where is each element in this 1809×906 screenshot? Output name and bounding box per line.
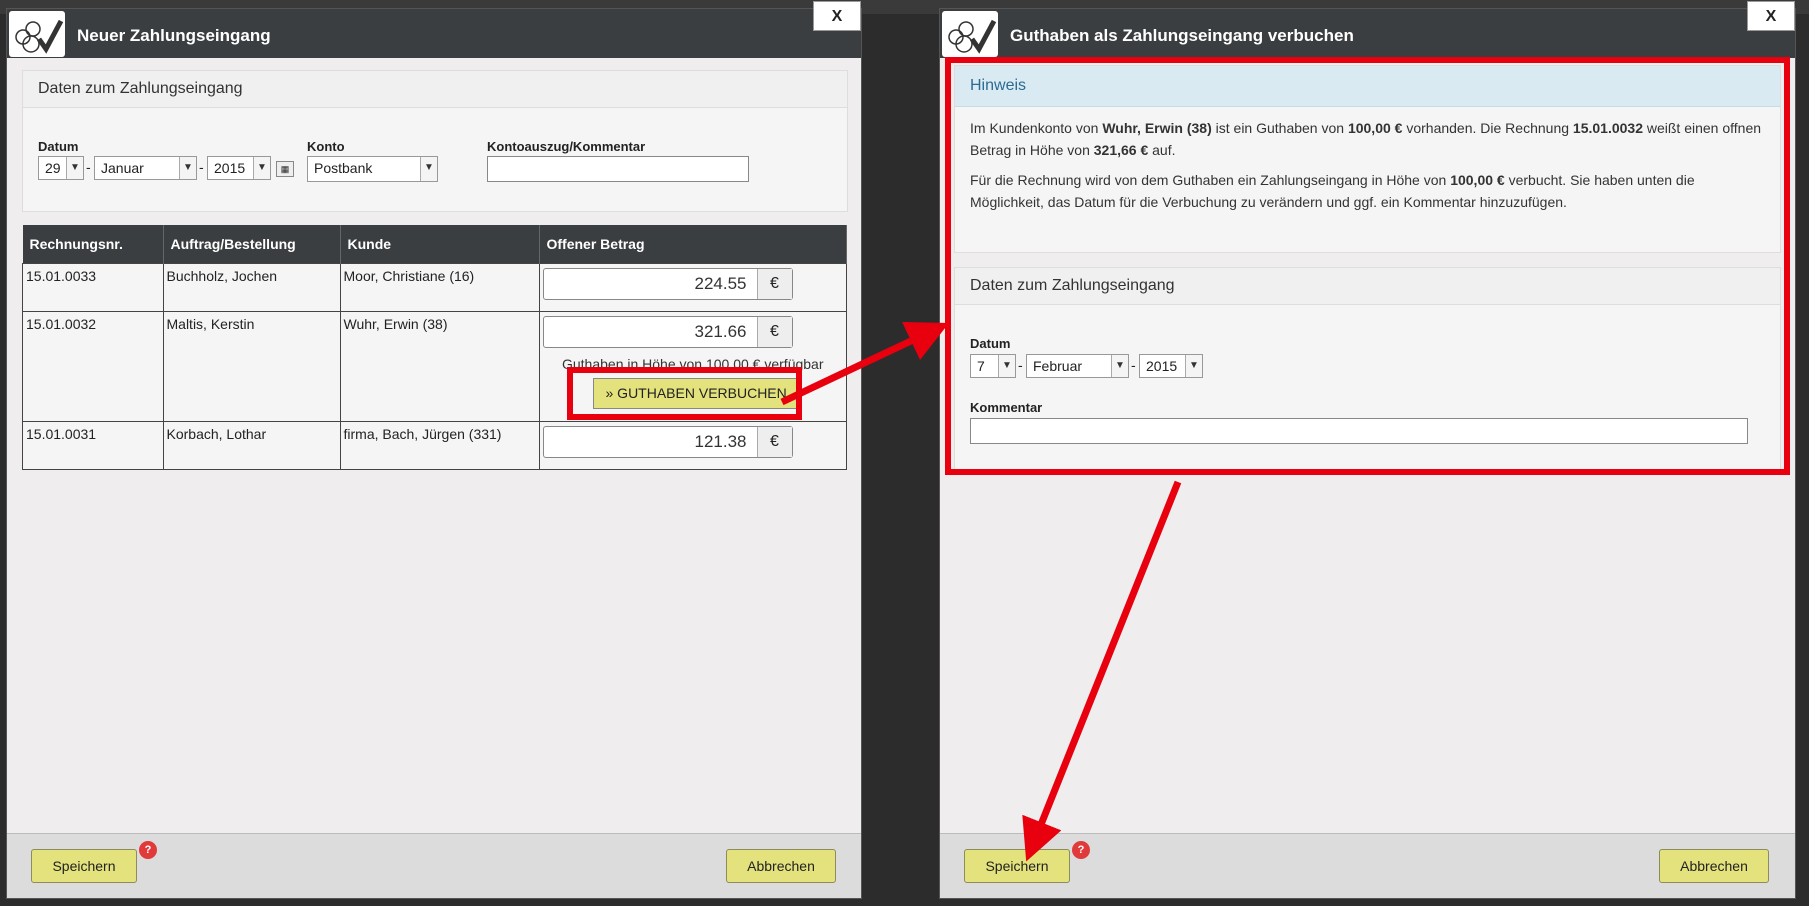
day-select[interactable]: 7 ▼ [970,354,1016,378]
table-row: 15.01.0032 Maltis, Kerstin Wuhr, Erwin (… [22,311,847,422]
dialog-neuer-zahlungseingang: Neuer Zahlungseingang X Daten zum Zahlun… [6,1,862,899]
amount-input[interactable]: 224.55 € [542,268,793,300]
kommentar-label: Kommentar [970,400,1043,415]
help-badge-icon[interactable]: ? [1072,841,1090,859]
open-amount-cell: 121.38 € [538,421,847,470]
dialog-titlebar: Neuer Zahlungseingang X [7,1,861,58]
invoice-number: 15.01.0032 [22,311,164,422]
amount-input[interactable]: 121.38 € [542,426,793,458]
column-header: Kunde [340,225,540,264]
dialog-title: Guthaben als Zahlungseingang verbuchen [1010,26,1354,45]
invoice-number: 15.01.0033 [22,263,164,312]
save-button[interactable]: Speichern [31,849,137,883]
datum-label: Datum [970,336,1011,351]
datum-label: Datum [38,139,79,154]
column-header: Offener Betrag [539,225,847,264]
payment-data-panel: Daten zum Zahlungseingang Datum 29 ▼ - Ja… [22,70,848,212]
notice-paragraph: Im Kundenkonto von Wuhr, Erwin (38) ist … [970,120,1762,158]
close-button[interactable]: X [1747,1,1795,31]
open-amount-cell: 224.55 € [538,263,847,312]
credit-available-note: Guthaben in Höhe von 100,00 € verfügbar [561,356,824,372]
amount-input[interactable]: 321.66 € [542,316,793,348]
kommentar-input[interactable] [487,156,749,182]
app-logo-icon [9,11,65,57]
dialog-footer: Speichern ? Abbrechen [7,833,861,898]
year-select[interactable]: 2015 ▼ [207,156,271,180]
column-header: Auftrag/Bestellung [163,225,341,264]
payment-data-panel: Daten zum Zahlungseingang Datum 7 ▼ - Feb… [954,267,1781,473]
chevron-down-icon: ▼ [420,157,437,181]
save-button[interactable]: Speichern [964,849,1070,883]
dialog-guthaben-verbuchen: Guthaben als Zahlungseingang verbuchen X… [939,1,1796,899]
chevron-down-icon: ▼ [1111,355,1128,377]
table-row: 15.01.0031 Korbach, Lothar firma, Bach, … [22,421,847,470]
panel-title: Daten zum Zahlungseingang [23,71,847,108]
dialog-titlebar: Guthaben als Zahlungseingang verbuchen X [940,1,1795,58]
customer-name: firma, Bach, Jürgen (331) [339,421,540,470]
open-amount-cell: 321.66 € Guthaben in Höhe von 100,00 € ve… [538,311,847,422]
close-button[interactable]: X [813,1,861,31]
konto-label: Konto [307,139,345,154]
order-name: Buchholz, Jochen [162,263,341,312]
order-name: Maltis, Kerstin [162,311,341,422]
order-name: Korbach, Lothar [162,421,341,470]
day-select[interactable]: 29 ▼ [38,156,84,180]
month-select[interactable]: Februar ▼ [1026,354,1129,378]
notice-panel: Hinweis Im Kundenkonto von Wuhr, Erwin (… [954,65,1781,253]
chevron-down-icon: ▼ [253,157,270,179]
column-header: Rechnungsnr. [22,225,164,264]
chevron-down-icon: ▼ [998,355,1015,377]
chevron-down-icon: ▼ [179,157,196,179]
cancel-button[interactable]: Abbrechen [1659,849,1769,883]
customer-name: Wuhr, Erwin (38) [339,311,540,422]
invoice-number: 15.01.0031 [22,421,164,470]
help-badge-icon[interactable]: ? [139,841,157,859]
invoice-table: Rechnungsnr. Auftrag/Bestellung Kunde Of… [22,225,847,470]
panel-title: Daten zum Zahlungseingang [955,268,1780,305]
year-select[interactable]: 2015 ▼ [1139,354,1203,378]
dialog-footer: Speichern ? Abbrechen [940,833,1795,898]
notice-body: Im Kundenkonto von Wuhr, Erwin (38) ist … [955,107,1780,231]
notice-title: Hinweis [955,66,1780,107]
euro-icon: € [756,317,792,347]
month-select[interactable]: Januar ▼ [94,156,197,180]
calendar-icon[interactable]: ▦ [276,161,294,177]
chevron-down-icon: ▼ [1185,355,1202,377]
euro-icon: € [756,269,792,299]
cancel-button[interactable]: Abbrechen [726,849,836,883]
kommentar-label: Kontoauszug/Kommentar [487,139,646,154]
euro-icon: € [756,427,792,457]
konto-select[interactable]: Postbank ▼ [307,156,438,182]
chevron-down-icon: ▼ [66,157,83,179]
guthaben-verbuchen-button[interactable]: » GUTHABEN VERBUCHEN [592,378,800,409]
app-logo-icon [942,11,998,57]
table-row: 15.01.0033 Buchholz, Jochen Moor, Christ… [22,263,847,312]
kommentar-input[interactable] [970,418,1748,444]
notice-paragraph: Für die Rechnung wird von dem Guthaben e… [970,172,1695,210]
dialog-title: Neuer Zahlungseingang [77,26,271,45]
customer-name: Moor, Christiane (16) [339,263,540,312]
